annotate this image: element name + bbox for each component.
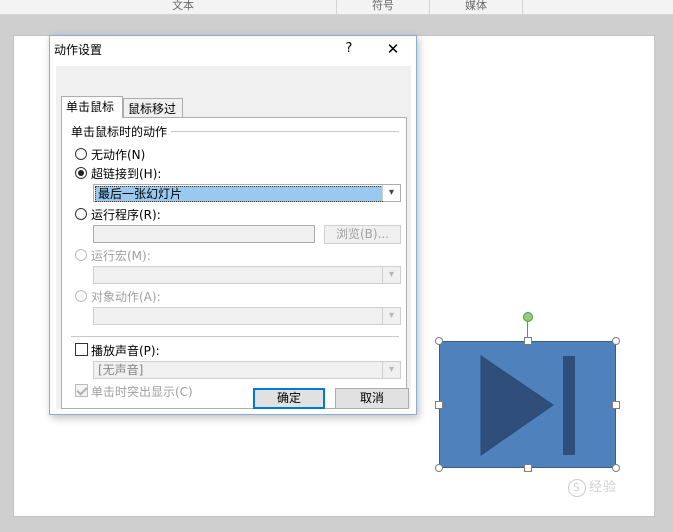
chevron-down-icon[interactable]: ▾	[382, 185, 400, 201]
section-divider	[152, 131, 399, 132]
highlight-click-label: 单击时突出显示(C)	[91, 385, 193, 399]
section-label: 单击鼠标时的动作	[71, 123, 172, 140]
watermark-logo-icon: S	[568, 479, 586, 497]
resize-handle-top-left[interactable]	[435, 337, 443, 345]
dialog-body: 单击鼠标 鼠标移过 单击鼠标时的动作 无动作(N) 超链接到(H): 最后一张幻…	[56, 66, 411, 409]
macro-select-value	[96, 268, 100, 282]
radio-no-action[interactable]	[75, 148, 87, 160]
play-sound-checkbox[interactable]	[75, 343, 88, 356]
ribbon-group-symbols: 符号	[337, 0, 430, 14]
tab-panel: 单击鼠标时的动作 无动作(N) 超链接到(H): 最后一张幻灯片 ▾ 运行程序(…	[61, 117, 407, 409]
resize-handle-bottom-right[interactable]	[612, 464, 620, 472]
dialog-titlebar[interactable]: 动作设置 ? ✕	[50, 36, 416, 62]
resize-handle-right[interactable]	[612, 401, 620, 409]
hyperlink-target-value: 最后一张幻灯片	[95, 186, 383, 202]
radio-no-action-label[interactable]: 无动作(N)	[91, 146, 145, 163]
rotation-handle[interactable]	[523, 312, 533, 322]
ribbon-group-labels: 文本 符号 媒体	[0, 0, 673, 15]
end-icon	[480, 355, 575, 456]
object-action-select[interactable]: ▾	[93, 307, 401, 325]
highlight-click-checkbox[interactable]	[75, 384, 88, 397]
action-settings-dialog: 动作设置 ? ✕ 单击鼠标 鼠标移过 单击鼠标时的动作 无动作(N) 超链接到(…	[49, 35, 417, 415]
chevron-down-icon[interactable]: ▾	[382, 308, 400, 324]
resize-handle-bottom[interactable]	[524, 464, 532, 472]
program-path-input[interactable]	[93, 225, 315, 243]
radio-run-macro[interactable]	[75, 249, 87, 261]
chevron-down-icon[interactable]: ▾	[382, 267, 400, 283]
close-button[interactable]: ✕	[380, 39, 406, 59]
dialog-title: 动作设置	[54, 43, 103, 57]
panel-divider	[71, 336, 399, 337]
play-sound-label[interactable]: 播放声音(P):	[91, 342, 160, 359]
sound-select-value: [无声音]	[98, 363, 144, 377]
radio-hyperlink[interactable]	[75, 167, 87, 179]
radio-run-macro-label: 运行宏(M):	[91, 249, 151, 263]
tab-mouse-over[interactable]: 鼠标移过	[123, 98, 183, 118]
watermark: S 经验	[568, 476, 617, 497]
ribbon-group-text: 文本	[30, 0, 337, 14]
resize-handle-bottom-left[interactable]	[435, 464, 443, 472]
tab-mouse-click[interactable]: 单击鼠标	[61, 96, 123, 118]
radio-hyperlink-label[interactable]: 超链接到(H):	[91, 165, 161, 182]
hyperlink-target-select[interactable]: 最后一张幻灯片 ▾	[93, 184, 401, 202]
object-action-value	[96, 309, 100, 323]
chevron-down-icon[interactable]: ▾	[382, 362, 400, 378]
resize-handle-top[interactable]	[524, 337, 532, 345]
resize-handle-top-right[interactable]	[612, 337, 620, 345]
resize-handle-left[interactable]	[435, 401, 443, 409]
radio-object-action[interactable]	[75, 290, 87, 302]
browse-button[interactable]: 浏览(B)...	[324, 225, 401, 244]
radio-run-program-label[interactable]: 运行程序(R):	[91, 206, 161, 223]
action-button-end-shape[interactable]	[439, 341, 616, 468]
watermark-text: 经验	[589, 480, 618, 495]
radio-run-program[interactable]	[75, 208, 87, 220]
ok-button[interactable]: 确定	[253, 388, 325, 409]
help-button[interactable]: ?	[338, 39, 360, 59]
cancel-button[interactable]: 取消	[335, 388, 409, 409]
radio-object-action-label: 对象动作(A):	[91, 290, 161, 304]
ribbon-group-media: 媒体	[430, 0, 523, 14]
macro-select[interactable]: ▾	[93, 266, 401, 284]
sound-select[interactable]: [无声音] ▾	[93, 361, 401, 379]
